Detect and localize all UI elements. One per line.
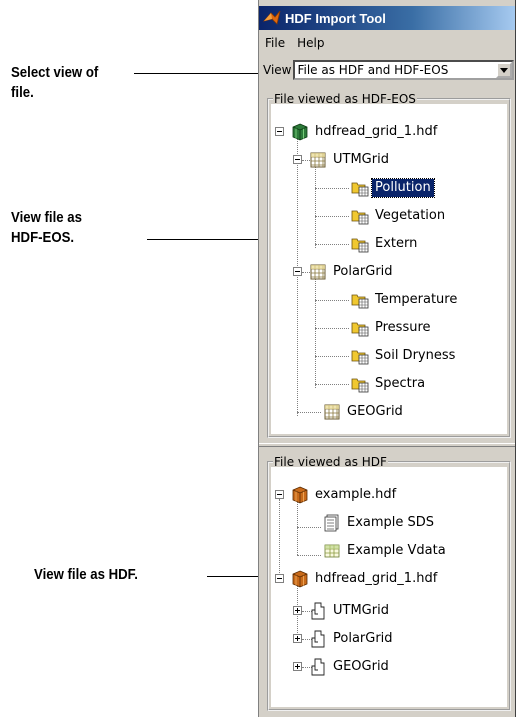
view-label: View <box>263 63 292 77</box>
tree-field-extern[interactable]: Extern <box>351 233 420 255</box>
hdfeos-panel: File viewed as HDF-EOS hdfread_grid_1.hd… <box>267 92 511 438</box>
utm-hdf-expander[interactable] <box>293 606 302 615</box>
folder-field-icon <box>351 182 369 197</box>
callout-line-select-view <box>134 73 258 74</box>
hdf-import-window: HDF Import Tool File Help View File as H… <box>258 0 516 717</box>
tree-example-vdata[interactable]: Example Vdata <box>323 540 449 562</box>
tree-hdf-utmgrid[interactable]: UTMGrid <box>309 600 392 622</box>
tree-example-hdf[interactable]: example.hdf <box>291 484 399 506</box>
grid-icon <box>324 404 340 420</box>
tree-field-soil-dryness[interactable]: Soil Dryness <box>351 345 458 367</box>
grid-icon <box>310 152 326 168</box>
matlab-icon <box>263 10 281 25</box>
polar-hdf-expander[interactable] <box>293 634 302 643</box>
folder-field-icon <box>351 210 369 225</box>
panel-divider[interactable] <box>259 443 515 447</box>
cube-icon <box>292 486 308 504</box>
folder-field-icon <box>351 350 369 365</box>
group-icon <box>311 658 325 676</box>
hdf-tree: example.hdf Example SDS Example Vdata hd… <box>271 467 507 707</box>
callout-view-hdfeos: View file as HDF-EOS. <box>11 209 82 246</box>
folder-field-icon <box>351 378 369 393</box>
menu-file[interactable]: File <box>265 36 285 50</box>
tree-field-pollution[interactable]: Pollution <box>351 177 435 199</box>
tree-utmgrid[interactable]: UTMGrid <box>309 149 392 171</box>
group-icon <box>311 630 325 648</box>
root-expander[interactable] <box>275 127 284 136</box>
tree-geogrid[interactable]: GEOGrid <box>323 401 406 423</box>
view-select-value: File as HDF and HDF-EOS <box>297 63 449 77</box>
hdfeos-tree: hdfread_grid_1.hdf UTMGrid Pollution Veg… <box>271 104 507 434</box>
window-title: HDF Import Tool <box>285 10 386 26</box>
example-hdf-expander[interactable] <box>275 490 284 499</box>
folder-field-icon <box>351 238 369 253</box>
cube-icon <box>292 123 308 141</box>
folder-field-icon <box>351 322 369 337</box>
menu-help[interactable]: Help <box>297 36 324 50</box>
cube-icon <box>292 570 308 588</box>
tree-hdf-geogrid[interactable]: GEOGrid <box>309 656 392 678</box>
hdfread-expander[interactable] <box>275 574 284 583</box>
polar-expander[interactable] <box>293 267 302 276</box>
tree-field-temperature[interactable]: Temperature <box>351 289 460 311</box>
tree-hdfread-hdf[interactable]: hdfread_grid_1.hdf <box>291 568 440 590</box>
callout-select-view: Select view of file. <box>11 64 99 101</box>
callout-view-hdf: View file as HDF. <box>34 566 138 583</box>
grid-icon <box>310 264 326 280</box>
sds-icon <box>324 514 339 532</box>
tree-root-eos[interactable]: hdfread_grid_1.hdf <box>291 121 440 143</box>
tree-hdf-polargrid[interactable]: PolarGrid <box>309 628 396 650</box>
tree-field-pressure[interactable]: Pressure <box>351 317 434 339</box>
group-icon <box>311 602 325 620</box>
folder-field-icon <box>351 294 369 309</box>
tree-field-spectra[interactable]: Spectra <box>351 373 428 395</box>
dropdown-button[interactable] <box>496 62 513 78</box>
tree-polargrid[interactable]: PolarGrid <box>309 261 396 283</box>
title-bar[interactable]: HDF Import Tool <box>259 6 515 30</box>
geo-hdf-expander[interactable] <box>293 662 302 671</box>
view-select[interactable]: File as HDF and HDF-EOS <box>293 60 515 80</box>
tree-field-vegetation[interactable]: Vegetation <box>351 205 448 227</box>
hdf-panel: File viewed as HDF example.hdf Example S… <box>267 455 511 711</box>
vdata-icon <box>324 544 340 558</box>
chevron-down-icon <box>500 67 509 73</box>
utm-expander[interactable] <box>293 155 302 164</box>
tree-example-sds[interactable]: Example SDS <box>323 512 437 534</box>
menu-bar: File Help <box>259 32 515 54</box>
view-row: View File as HDF and HDF-EOS <box>259 59 515 81</box>
